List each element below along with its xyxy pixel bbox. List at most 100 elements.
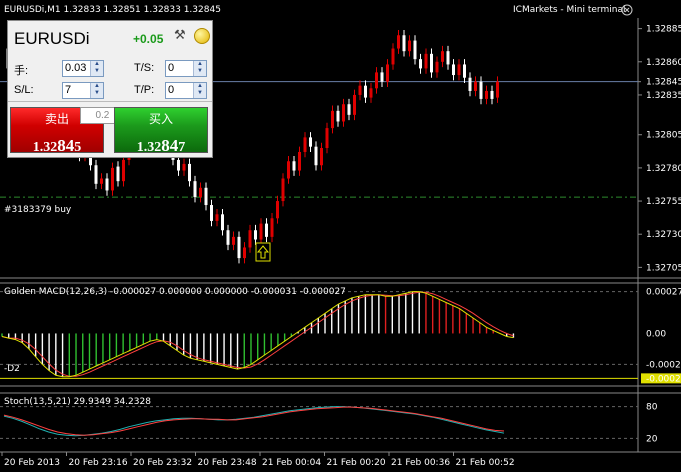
price-tick-label: 1.32885	[646, 25, 681, 35]
candle-body	[298, 151, 301, 171]
chart-title: EURUSDi,M1 1.32833 1.32851 1.32833 1.328…	[4, 5, 221, 15]
macd-title: Golden MACD(12,26,3) -0.000027 0.000000 …	[4, 287, 346, 297]
buy-label: 买入	[148, 112, 173, 126]
spinner-arrows-icon[interactable]: ▲ ▼	[193, 83, 206, 98]
candle-body	[111, 167, 114, 191]
candle-body	[232, 236, 235, 245]
time-tick-label: 20 Feb 23:48	[198, 458, 257, 468]
candle-body	[397, 35, 400, 49]
price-tick-label: 1.32780	[646, 164, 681, 174]
macd-tick-label: 0.00027	[646, 288, 681, 298]
candle-body	[248, 230, 252, 248]
candle-body	[358, 85, 362, 95]
candle-body	[314, 146, 318, 166]
sl-label: S/L:	[14, 84, 34, 96]
order-label: #3183379 buy	[4, 205, 72, 215]
candle-body	[490, 90, 494, 99]
candle-body	[369, 88, 373, 98]
candle-body	[408, 40, 411, 52]
stoch-tick-label: 80	[646, 403, 658, 413]
candle-body	[292, 161, 296, 171]
macd-tick-label: 0.00	[646, 329, 666, 339]
buy-price: 1.32847	[136, 136, 186, 155]
price-tick-label: 1.32835	[646, 91, 681, 101]
candle-body	[281, 178, 285, 202]
spinner-arrows-icon[interactable]: ▲ ▼	[90, 83, 103, 98]
price-tick-label: 1.32705	[646, 263, 681, 273]
sl-input[interactable]: 7 ▲ ▼	[62, 82, 104, 99]
stoch-title: Stoch(13,5,21) 29.9349 34.2328	[4, 397, 151, 407]
candle-body	[237, 236, 241, 259]
candle-body	[375, 72, 378, 89]
candle-body	[331, 110, 334, 129]
candle-body	[122, 159, 125, 182]
candle-body	[265, 223, 268, 237]
time-tick-label: 20 Feb 2013	[4, 458, 60, 468]
time-tick-label: 21 Feb 00:04	[262, 458, 321, 468]
spinner-arrows-icon[interactable]: ▲ ▼	[90, 61, 103, 76]
candle-body	[435, 61, 439, 73]
time-tick-label: 21 Feb 00:36	[391, 458, 450, 468]
candle-body	[204, 187, 208, 206]
one-click-trading-panel: EURUSDi +0.05 ⚒ 手: 0.03 ▲ ▼ T/S: 0 ▲ ▼ S/L…	[7, 20, 213, 158]
change-value: +0.05	[133, 32, 164, 46]
candle-body	[364, 85, 367, 98]
panel-divider	[8, 101, 212, 102]
coin-icon[interactable]	[194, 28, 210, 44]
candle-body	[243, 247, 246, 259]
candle-body	[276, 201, 279, 219]
candle-body	[177, 159, 180, 171]
candle-body	[210, 205, 213, 221]
candle-body	[270, 218, 274, 237]
time-tick-label: 21 Feb 00:20	[327, 458, 386, 468]
lots-input[interactable]: 0.03 ▲ ▼	[62, 60, 104, 77]
candle-body	[303, 137, 307, 152]
time-tick-label: 20 Feb 23:32	[133, 458, 192, 468]
candle-body	[182, 163, 186, 171]
candle-body	[380, 72, 384, 82]
spinner-arrows-icon[interactable]: ▲ ▼	[193, 61, 206, 76]
candle-body	[94, 165, 98, 184]
candle-body	[402, 35, 406, 52]
candle-body	[347, 104, 351, 115]
symbol-name: EURUSDi	[14, 29, 90, 48]
sell-price: 1.32845	[32, 136, 82, 155]
tp-label: T/P:	[134, 84, 155, 96]
tp-input[interactable]: 0 ▲ ▼	[165, 82, 207, 99]
tools-icon[interactable]: ⚒	[174, 27, 190, 43]
candle-body	[226, 230, 230, 245]
candle-body	[452, 64, 455, 76]
time-tick-label: 20 Feb 23:16	[69, 458, 128, 468]
candle-body	[336, 110, 340, 122]
price-tick-label: 1.32730	[646, 230, 681, 240]
time-tick-label: 21 Feb 00:52	[456, 458, 515, 468]
candle-body	[441, 51, 444, 62]
candle-body	[221, 214, 224, 231]
ts-label: T/S:	[134, 62, 155, 74]
candle-body	[325, 128, 329, 148]
price-tick-label: 1.32860	[646, 58, 681, 68]
lots-value: 0.03	[65, 62, 87, 74]
up-arrow-icon[interactable]	[255, 242, 271, 262]
buy-button[interactable]: 买入 1.32847	[114, 107, 208, 155]
tp-value: 0	[168, 84, 175, 96]
candle-body	[479, 81, 483, 99]
candle-body	[105, 178, 109, 191]
current-price-label: 1.32845	[646, 78, 681, 88]
candle-body	[485, 90, 488, 99]
macd-tick-label: -0.00029	[646, 374, 681, 384]
candle-body	[419, 59, 422, 69]
candle-body	[430, 53, 433, 73]
macd-tick-label: -0.0002	[646, 360, 681, 370]
sl-value: 7	[65, 84, 72, 96]
candle-body	[496, 81, 499, 98]
candle-body	[386, 64, 389, 82]
stoch-tick-label: 20	[646, 434, 658, 444]
price-tick-label: 1.32805	[646, 131, 681, 141]
candle-body	[287, 161, 290, 179]
candle-body	[254, 230, 257, 240]
candle-body	[188, 163, 191, 182]
ts-input[interactable]: 0 ▲ ▼	[165, 60, 207, 77]
candle-body	[116, 166, 120, 182]
price-tick-label: 1.32755	[646, 197, 681, 207]
